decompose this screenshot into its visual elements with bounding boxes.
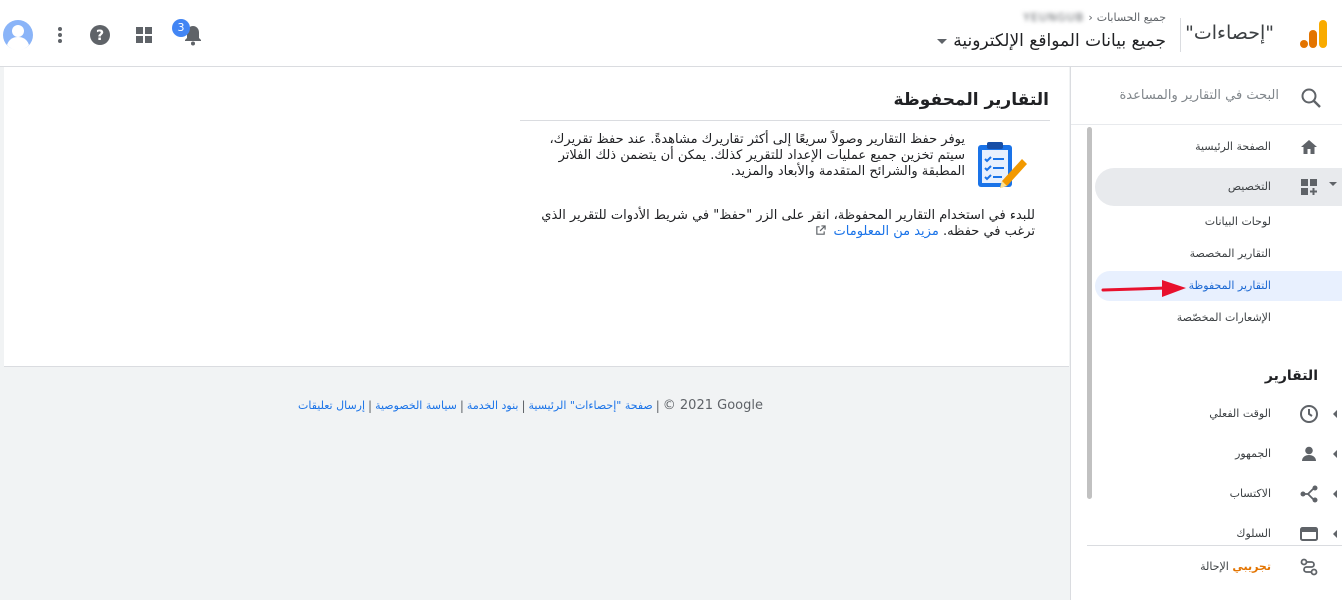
footer-home-link[interactable]: صفحة "إحصاءات" الرئيسية <box>529 399 653 412</box>
sidebar-divider <box>1087 545 1342 546</box>
sidebar-item-audience[interactable]: الجمهور <box>1095 438 1342 470</box>
sidebar-item-custom-reports[interactable]: التقارير المخصصة <box>1095 239 1342 269</box>
sidebar-item-label: الاكتساب <box>1229 487 1271 500</box>
beta-badge: تجريبي <box>1232 560 1271 573</box>
expand-arrow-icon <box>1333 410 1337 418</box>
title-divider <box>520 120 1050 121</box>
clock-icon <box>1300 405 1318 423</box>
person-icon <box>1302 446 1316 461</box>
howto-instructions: للبدء في استخدام التقارير المحفوظة، انقر… <box>541 208 1035 239</box>
footer-separator: | <box>459 398 464 413</box>
breadcrumb-account[interactable]: YEUNGUB <box>1023 11 1084 24</box>
sidebar-item-label: التقارير المخصصة <box>1189 247 1271 260</box>
footer-privacy-link[interactable]: سياسة الخصوصية <box>375 399 457 412</box>
search-placeholder: البحث في التقارير والمساعدة <box>1119 88 1279 103</box>
sidebar-item-attribution[interactable]: تجريبي الإحالة <box>1095 551 1342 583</box>
footer-copyright: © 2021 Google <box>662 398 763 413</box>
analytics-logo <box>1300 20 1327 48</box>
footer-terms-link[interactable]: بنود الخدمة <box>467 399 519 412</box>
reports-section-title: التقارير <box>1264 368 1318 384</box>
expand-arrow-icon <box>1333 490 1337 498</box>
sidebar-item-label: الوقت الفعلي <box>1209 407 1271 420</box>
sidebar: البحث في التقارير والمساعدة الصفحة الرئي… <box>1070 67 1342 600</box>
learn-more-label: مزيد من المعلومات <box>833 224 939 239</box>
footer-separator: | <box>521 398 526 413</box>
view-selector[interactable]: جميع بيانات المواقع الإلكترونية <box>937 31 1166 51</box>
sidebar-item-label: التقارير المحفوظة <box>1188 279 1271 292</box>
header-divider <box>1180 18 1181 52</box>
learn-more-link[interactable]: مزيد من المعلومات <box>815 224 939 239</box>
attribution-label: الإحالة <box>1200 560 1229 573</box>
saved-reports-description: يوفر حفظ التقارير وصولاً سريعًا إلى أكثر… <box>549 132 965 179</box>
sidebar-item-dashboards[interactable]: لوحات البيانات <box>1095 207 1342 237</box>
sidebar-search[interactable]: البحث في التقارير والمساعدة <box>1071 67 1342 125</box>
view-name: جميع بيانات المواقع الإلكترونية <box>953 31 1166 51</box>
expand-arrow-icon <box>1333 450 1337 458</box>
sidebar-item-acquisition[interactable]: الاكتساب <box>1095 478 1342 510</box>
sidebar-item-label: تجريبي الإحالة <box>1200 560 1271 573</box>
page-title: التقارير المحفوظة <box>893 90 1049 110</box>
more-vert-icon[interactable] <box>47 22 73 48</box>
dashboard-customize-icon <box>1301 179 1317 195</box>
sidebar-item-label: التخصيص <box>1227 180 1271 193</box>
saved-reports-panel: التقارير المحفوظة يوفر حفظ التقارير وصول… <box>4 67 1069 367</box>
web-page-icon <box>1300 527 1318 541</box>
search-icon <box>1301 88 1321 108</box>
footer-separator: | <box>368 398 373 413</box>
avatar-icon[interactable] <box>2 19 34 51</box>
apps-icon[interactable] <box>131 22 157 48</box>
external-link-icon <box>816 225 827 235</box>
howto-text: للبدء في استخدام التقارير المحفوظة، انقر… <box>530 208 1035 240</box>
attribution-icon <box>1300 558 1318 576</box>
footer: إرسال تعليقات | سياسة الخصوصية | بنود ال… <box>298 398 763 413</box>
sidebar-item-label: لوحات البيانات <box>1204 215 1271 228</box>
product-name: "إحصاءات" <box>1185 22 1274 44</box>
sidebar-scrollbar[interactable] <box>1087 127 1092 499</box>
sidebar-item-custom-alerts[interactable]: الإشعارات المخصّصة <box>1095 303 1342 333</box>
dropdown-caret-icon <box>937 38 948 44</box>
footer-separator: | <box>655 398 660 413</box>
sidebar-item-label: السلوك <box>1236 527 1271 540</box>
svg-text:?: ? <box>96 28 104 44</box>
sidebar-item-realtime[interactable]: الوقت الفعلي <box>1095 398 1342 430</box>
clipboard-icon <box>978 142 1027 188</box>
footer-feedback-link[interactable]: إرسال تعليقات <box>298 399 365 412</box>
annotation-arrow-icon <box>1101 280 1186 297</box>
help-icon[interactable]: ? <box>87 22 113 48</box>
sidebar-item-label: الجمهور <box>1235 447 1271 460</box>
expand-arrow-icon <box>1333 530 1337 538</box>
sidebar-item-home[interactable]: الصفحة الرئيسية <box>1095 131 1342 163</box>
top-bar: ? 3 "إحصاءات" جميع الحسابات ‹ YEUNGUB جم… <box>0 0 1342 67</box>
breadcrumb-all-accounts[interactable]: جميع الحسابات <box>1097 11 1166 24</box>
breadcrumb[interactable]: جميع الحسابات ‹ YEUNGUB <box>1023 11 1166 24</box>
chevron-left-icon: ‹ <box>1088 11 1093 24</box>
acquisition-icon <box>1300 485 1318 503</box>
sidebar-item-customization[interactable]: التخصيص <box>1095 168 1342 206</box>
sidebar-item-label: الصفحة الرئيسية <box>1195 140 1271 153</box>
home-icon <box>1301 140 1317 154</box>
notification-badge: 3 <box>172 19 190 37</box>
sidebar-item-label: الإشعارات المخصّصة <box>1176 311 1271 324</box>
expand-arrow-icon <box>1329 182 1337 186</box>
